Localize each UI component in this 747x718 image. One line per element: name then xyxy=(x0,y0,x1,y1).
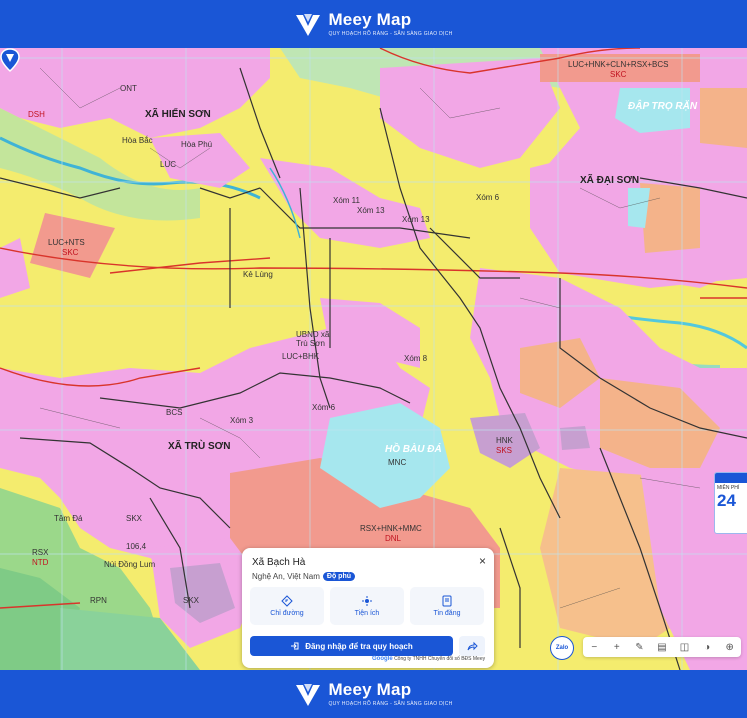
place-label: 106,4 xyxy=(126,542,147,551)
zone-code: HNK xyxy=(496,436,513,445)
place-label: UBND xã Trù Sơn xyxy=(296,330,330,348)
zalo-button[interactable]: Zalo xyxy=(550,636,574,660)
zone-code: ONT xyxy=(120,84,137,93)
location-pin-icon[interactable] xyxy=(0,48,20,72)
zone-code: RSX xyxy=(32,548,49,557)
side-ad-banner[interactable]: MIỄN PHÍ 24 xyxy=(714,472,747,534)
amenities-label: Tiện ích xyxy=(354,610,380,617)
map-toolbar: − + ✎ ▤ ◫ ◑ ⊕ xyxy=(583,637,741,657)
zone-code: RSX+HNK+MMC xyxy=(360,524,422,533)
zone-code: BCS xyxy=(166,408,183,417)
zone-code: NTD xyxy=(32,558,49,567)
share-button[interactable] xyxy=(459,636,485,656)
place-label: XÃ TRÙ SƠN xyxy=(168,441,231,452)
listings-button[interactable]: Tin đăng xyxy=(410,587,484,625)
zone-code: LUC+BHK xyxy=(282,352,320,361)
place-label: Núi Đồng Lum xyxy=(104,560,156,569)
zone-code: LUC+HNK+CLN+RSX+BCS xyxy=(568,60,669,69)
directions-label: Chỉ đường xyxy=(270,610,304,617)
google-attribution: Google xyxy=(372,656,393,662)
place-label: Xóm 13 xyxy=(402,215,430,224)
compare-icon[interactable]: ◑ xyxy=(699,642,715,653)
side-ad-number: 24 xyxy=(717,491,736,510)
brand-logo-group: Meey Map QUY HOẠCH RÕ RÀNG - SẴN SÀNG GI… xyxy=(294,10,452,38)
panel-title: Xã Bạch Hà xyxy=(252,557,306,568)
meey-logo-icon xyxy=(296,14,321,36)
zone-code: LUC+NTS xyxy=(48,238,85,247)
zone-code: DSH xyxy=(28,110,45,119)
panel-location: Nghệ An, Việt Nam Độ phủ xyxy=(252,572,355,581)
brand-tagline: QUY HOẠCH RÕ RÀNG - SẴN SÀNG GIAO DỊCH xyxy=(328,31,453,37)
place-label: Tâm Đá xyxy=(54,514,83,523)
login-icon xyxy=(291,642,299,650)
split-view-icon[interactable]: ◫ xyxy=(677,642,693,653)
amenities-button[interactable]: Tiện ích xyxy=(330,587,404,625)
meey-logo-icon xyxy=(296,684,321,706)
side-ad-text: MIỄN PHÍ xyxy=(717,485,740,491)
zone-code: SKX xyxy=(183,596,200,605)
place-label: XÃ HIẾN SƠN xyxy=(145,109,211,120)
place-label: Xóm 8 xyxy=(404,354,428,363)
place-label: Hòa Bắc xyxy=(122,136,153,145)
place-label: Xóm 11 xyxy=(333,196,360,205)
coverage-badge[interactable]: Độ phủ xyxy=(322,572,355,581)
brand-name-bottom: Meey Map xyxy=(328,680,412,699)
place-label: Kẻ Lùng xyxy=(243,270,273,279)
place-label: Xóm 3 xyxy=(230,416,254,425)
listings-icon xyxy=(442,595,452,607)
place-label: Xóm 6 xyxy=(476,193,500,202)
directions-button[interactable]: Chỉ đường xyxy=(250,587,324,625)
listings-label: Tin đăng xyxy=(433,610,461,617)
draw-icon[interactable]: ✎ xyxy=(631,642,647,653)
company-attribution: Công ty TNHH Chuyển đổi số BĐS Meey xyxy=(394,656,486,662)
zone-code: SKC xyxy=(610,70,627,79)
zone-code: DNL xyxy=(385,534,402,543)
locate-icon[interactable]: ⊕ xyxy=(722,642,738,653)
zone-code: SKC xyxy=(62,248,79,257)
place-label: Xóm 6 xyxy=(312,403,336,412)
zone-code: LUC xyxy=(160,160,177,169)
amenities-icon xyxy=(362,596,372,606)
map-attribution: Google Công ty TNHH Chuyển đổi số BĐS Me… xyxy=(372,656,485,662)
directions-icon xyxy=(281,595,293,607)
place-label: Hòa Phú xyxy=(181,140,213,149)
side-ad-header xyxy=(715,473,747,483)
brand-name: Meey Map xyxy=(328,10,412,29)
zone-code: MNC xyxy=(388,458,407,467)
place-label: XÃ ĐẠI SƠN xyxy=(580,175,640,186)
place-label: ĐẬP TRỌ RẶN xyxy=(628,101,698,112)
brand-tagline-bottom: QUY HOẠCH RÕ RÀNG - SẴN SÀNG GIAO DỊCH xyxy=(328,701,453,707)
place-label: HỒ BÀU ĐÁ xyxy=(385,444,442,455)
close-icon[interactable]: × xyxy=(479,554,486,568)
place-label: Xóm 13 xyxy=(357,206,385,215)
zoom-in-button[interactable]: + xyxy=(609,642,625,653)
layers-icon[interactable]: ▤ xyxy=(654,642,670,653)
share-icon xyxy=(467,641,478,651)
login-to-lookup-button[interactable]: Đăng nhập để tra quy hoạch xyxy=(250,636,453,656)
top-brand-bar: Meey Map QUY HOẠCH RÕ RÀNG - SẴN SÀNG GI… xyxy=(0,0,747,48)
brand-logo-group-bottom: Meey Map QUY HOẠCH RÕ RÀNG - SẴN SÀNG GI… xyxy=(294,680,452,708)
zone-code: RPN xyxy=(90,596,107,605)
zone-code: SKS xyxy=(496,446,513,455)
location-info-panel: Xã Bạch Hà × Nghệ An, Việt Nam Độ phủ Ch… xyxy=(242,548,494,668)
panel-actions: Chỉ đường Tiện ích Tin đăng xyxy=(250,587,484,625)
zoom-out-button[interactable]: − xyxy=(586,642,602,653)
zone-code: SKX xyxy=(126,514,143,523)
panel-location-text: Nghệ An, Việt Nam xyxy=(252,572,320,581)
bottom-brand-bar: Meey Map QUY HOẠCH RÕ RÀNG - SẴN SÀNG GI… xyxy=(0,670,747,718)
login-label: Đăng nhập để tra quy hoạch xyxy=(305,641,413,651)
